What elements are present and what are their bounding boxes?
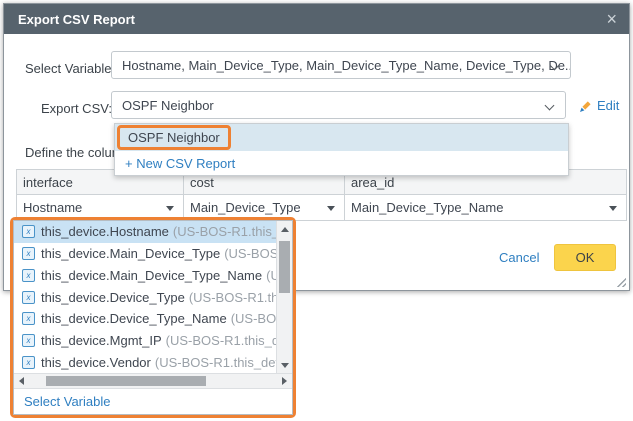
variable-list-popup: x this_device.Hostname (US-BOS-R1.this_d… xyxy=(13,220,293,415)
dropdown-arrow-icon xyxy=(327,206,335,211)
list-item[interactable]: x this_device.Hostname (US-BOS-R1.this_d… xyxy=(14,221,276,243)
variable-icon: x xyxy=(22,225,35,238)
list-item[interactable]: x this_device.Main_Device_Type_Name (US-… xyxy=(14,264,276,286)
variable-icon: x xyxy=(22,269,35,282)
chevron-down-icon xyxy=(545,101,555,111)
variable-icon: x xyxy=(22,247,35,260)
list-item[interactable]: x this_device.Main_Device_Type (US-BOS-R… xyxy=(14,243,276,265)
list-item[interactable]: x this_device.Mgmt_IP (US-BOS-R1.this_de… xyxy=(14,330,276,352)
highlight-annotation: x this_device.Hostname (US-BOS-R1.this_d… xyxy=(10,217,296,418)
resize-grip[interactable] xyxy=(615,276,626,287)
select-variable-row: Select Variable xyxy=(14,388,292,414)
highlight-annotation: OSPF Neighbor xyxy=(117,125,231,150)
list-item[interactable]: x this_device.Device_Type (US-BOS-R1.thi… xyxy=(14,286,276,308)
close-icon[interactable]: × xyxy=(606,8,617,30)
list-item[interactable]: x this_device.Device_Type_Name (US-BOS-R… xyxy=(14,308,276,330)
cell-dropdown-area-id[interactable]: Main_Device_Type_Name xyxy=(345,195,627,221)
dropdown-arrow-icon xyxy=(166,206,174,211)
select-variables-label: Select Variables: xyxy=(25,61,122,76)
variable-icon: x xyxy=(22,334,35,347)
variable-icon: x xyxy=(22,356,35,369)
columns-table: interface cost area_id Hostname Main_Dev… xyxy=(16,169,627,221)
scroll-right-icon[interactable] xyxy=(282,377,287,385)
dialog-titlebar: Export CSV Report × xyxy=(4,4,629,34)
export-csv-value: OSPF Neighbor xyxy=(122,98,214,113)
select-variable-link[interactable]: Select Variable xyxy=(24,394,110,409)
variable-list: x this_device.Hostname (US-BOS-R1.this_d… xyxy=(14,221,276,373)
variable-icon: x xyxy=(22,291,35,304)
export-csv-dropdown[interactable]: OSPF Neighbor xyxy=(111,91,566,119)
scrollbar-thumb[interactable] xyxy=(279,241,290,293)
dropdown-arrow-icon xyxy=(609,206,617,211)
scrollbar-thumb[interactable] xyxy=(46,376,206,386)
horizontal-scrollbar[interactable] xyxy=(14,373,292,388)
select-variables-value: Hostname, Main_Device_Type, Main_Device_… xyxy=(122,58,571,73)
list-item[interactable]: x this_device.Vendor (US-BOS-R1.this_dev… xyxy=(14,351,276,373)
edit-link[interactable]: Edit xyxy=(579,98,619,113)
scroll-up-icon[interactable] xyxy=(277,221,292,237)
export-csv-label: Export CSV: xyxy=(41,101,112,116)
scroll-left-icon[interactable] xyxy=(19,377,24,385)
select-variables-dropdown[interactable]: Hostname, Main_Device_Type, Main_Device_… xyxy=(111,51,571,79)
cancel-button[interactable]: Cancel xyxy=(499,250,539,265)
dialog-title: Export CSV Report xyxy=(18,12,135,27)
ok-button[interactable]: OK xyxy=(554,244,616,271)
variable-icon: x xyxy=(22,312,35,325)
csv-report-menu: OSPF Neighbor + New CSV Report xyxy=(114,123,569,176)
menu-option-ospf-neighbor[interactable]: OSPF Neighbor xyxy=(115,124,568,151)
pencil-icon xyxy=(579,99,593,113)
new-csv-report-option[interactable]: + New CSV Report xyxy=(115,151,568,175)
vertical-scrollbar[interactable] xyxy=(276,221,292,373)
edit-label: Edit xyxy=(597,98,619,113)
scroll-down-icon[interactable] xyxy=(277,357,292,373)
